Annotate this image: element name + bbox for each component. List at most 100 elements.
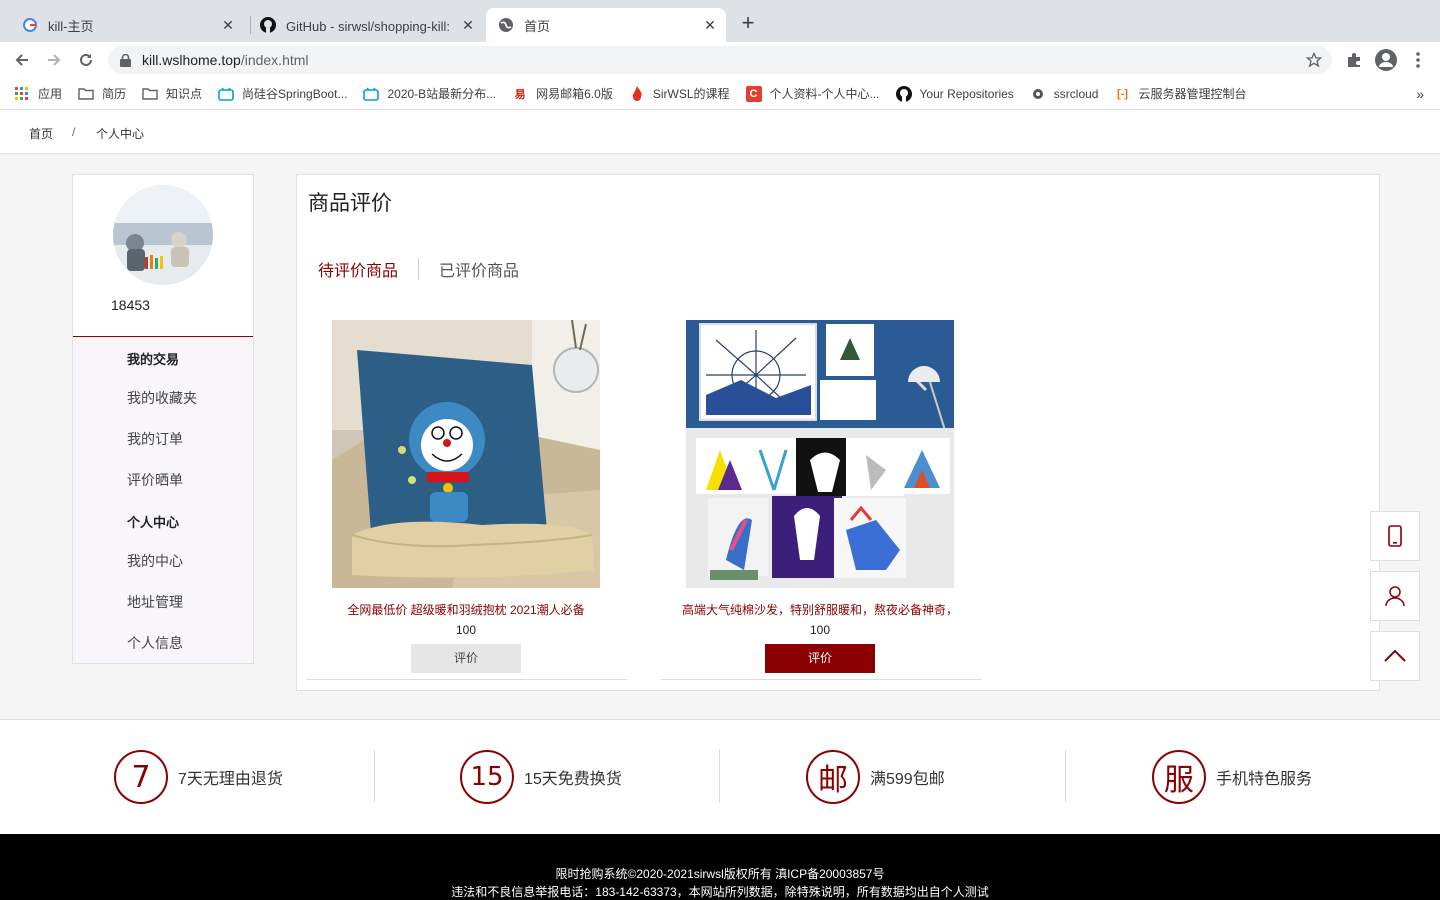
sidebar-item-info[interactable]: 个人信息 [127, 633, 183, 653]
more-vert-icon [1416, 52, 1420, 68]
menu-heading-trade: 我的交易 [127, 352, 180, 367]
tab-title: GitHub - sirwsl/shopping-kill: 阿 [286, 18, 454, 34]
service-item: 7 7天无理由退货 [114, 749, 283, 805]
sidebar-item-reviews[interactable]: 评价晒单 [127, 470, 183, 490]
account-icon [1375, 49, 1397, 71]
tab-completed-reviews[interactable]: 已评价商品 [439, 257, 519, 281]
tab-divider [418, 258, 420, 280]
service-guarantees: 7 7天无理由退货 15 15天免费换货 邮 满599包邮 服 手机特色服务 [0, 721, 1440, 834]
bookmark-your-repositories[interactable]: Your Repositories [895, 85, 1014, 102]
user-center-button[interactable] [1370, 571, 1420, 621]
close-icon[interactable]: ✕ [460, 17, 476, 34]
close-icon[interactable]: ✕ [220, 17, 236, 34]
product-price: 100 [809, 623, 831, 637]
bookmark-csdn[interactable]: C 个人资料-个人中心... [745, 85, 880, 102]
breadcrumb-separator: / [72, 125, 76, 139]
bookmark-folder-knowledge[interactable]: 知识点 [142, 85, 202, 102]
back-button[interactable] [10, 48, 34, 72]
product-price: 100 [455, 623, 477, 637]
puzzle-icon [1348, 53, 1360, 67]
product-image-sofa-cushions[interactable] [686, 320, 954, 588]
service-divider [719, 749, 720, 803]
bookmark-folder-resume[interactable]: 简历 [78, 85, 126, 102]
bookmark-aliyun[interactable]: [-] 云服务器管理控制台 [1114, 85, 1247, 102]
sidebar-item-address[interactable]: 地址管理 [127, 592, 183, 612]
product-card: 全网最低价 超级暖和羽绒抱枕 2021潮人必备 100 评价 [307, 320, 627, 680]
browser-tab-home[interactable]: 首页 ✕ [486, 8, 726, 42]
review-button[interactable]: 评价 [411, 644, 521, 673]
address-bar[interactable]: kill.wslhome.top/index.html [108, 46, 1332, 74]
reload-button[interactable] [74, 48, 98, 72]
browser-tab-bar: kill-主页 ✕ GitHub - sirwsl/shopping-kill:… [0, 0, 1440, 42]
bookmark-163-mail[interactable]: 易网易邮箱6.0版 [512, 85, 613, 102]
copyright-text: 限时抢购系统©2020-2021sirwsl版权所有 滇ICP备20003857… [555, 867, 885, 881]
reload-icon [80, 53, 92, 66]
mobile-app-button[interactable] [1370, 511, 1420, 561]
flame-icon [629, 86, 645, 102]
report-text: 违法和不良信息举报电话：183-142-63373，本网站所列数据，除特殊说明，… [451, 885, 989, 899]
bookmark-springboot[interactable]: 尚硅谷SpringBoot... [218, 85, 347, 102]
breadcrumb-home[interactable]: 首页 [29, 125, 53, 142]
sidebar-menu: 我的交易 我的收藏夹 我的订单 评价晒单 个人中心 我的中心 地址管理 个人信息 [73, 337, 253, 663]
service-badge: 7 [114, 750, 168, 804]
browser-tab-github[interactable]: GitHub - sirwsl/shopping-kill: 阿 ✕ [252, 8, 484, 42]
bookmark-apps[interactable]: 应用 [14, 85, 62, 102]
extensions-button[interactable] [1342, 48, 1366, 72]
more-bookmarks-button[interactable]: » [1416, 86, 1424, 102]
service-text: 手机特色服务 [1216, 771, 1313, 788]
service-badge: 邮 [806, 750, 860, 804]
new-tab-button[interactable]: + [736, 12, 760, 36]
github-icon [260, 17, 276, 33]
google-icon [22, 17, 38, 33]
avatar[interactable] [113, 185, 213, 285]
folder-icon [78, 86, 94, 102]
service-text: 15天免费换货 [524, 771, 622, 788]
bookmark-sirwsl-course[interactable]: SirWSL的课程 [629, 85, 730, 102]
tab-title: 首页 [524, 18, 551, 34]
bookmarks-bar: 应用 简历 知识点 尚硅谷SpringBoot... 2020-B站最新分布..… [0, 78, 1440, 110]
breadcrumb: 首页 / 个人中心 [0, 111, 1440, 154]
browser-menu-button[interactable] [1406, 48, 1430, 72]
product-name[interactable]: 全网最低价 超级暖和羽绒抱枕 2021潮人必备 [307, 601, 625, 618]
bilibili-icon [363, 86, 380, 102]
tab-title: kill-主页 [48, 18, 94, 34]
back-to-top-button[interactable] [1370, 631, 1420, 681]
sidebar-item-favorites[interactable]: 我的收藏夹 [127, 388, 197, 408]
service-text: 满599包邮 [870, 771, 945, 788]
lock-icon [120, 53, 132, 67]
bookmark-bilibili[interactable]: 2020-B站最新分布... [363, 85, 496, 102]
service-item: 服 手机特色服务 [1152, 749, 1312, 805]
service-divider [374, 749, 375, 803]
bookmark-ssrcloud[interactable]: ssrcloud [1030, 86, 1098, 102]
service-item: 15 15天免费换货 [460, 749, 622, 805]
service-divider [1065, 749, 1066, 803]
close-icon[interactable]: ✕ [702, 17, 718, 34]
bookmark-star-icon[interactable] [1305, 51, 1323, 71]
tab-divider [250, 16, 251, 34]
sidebar-item-orders[interactable]: 我的订单 [127, 429, 183, 449]
arrow-left-icon [15, 54, 28, 66]
profile-button[interactable] [1374, 48, 1398, 72]
github-icon [895, 85, 912, 102]
bilibili-icon [218, 86, 234, 102]
page-title: 商品评价 [308, 192, 392, 215]
forward-button[interactable] [42, 48, 66, 72]
tab-pending-reviews[interactable]: 待评价商品 [318, 257, 398, 281]
service-badge: 服 [1152, 750, 1206, 804]
mobile-phone-icon [1388, 525, 1402, 547]
aliyun-icon: [-] [1116, 87, 1128, 100]
apps-grid-icon [14, 86, 30, 102]
browser-tab-kill-home[interactable]: kill-主页 ✕ [14, 8, 244, 42]
menu-heading-personal: 个人中心 [127, 515, 180, 530]
csdn-icon: C [745, 85, 762, 102]
netease-icon: 易 [514, 88, 526, 101]
review-button[interactable]: 评价 [765, 644, 875, 673]
product-image-pillow[interactable] [332, 320, 600, 588]
reviews-panel: 商品评价 待评价商品 已评价商品 全网最低价 超级暖和羽绒抱枕 2021潮人必备… [296, 174, 1380, 691]
sidebar-item-my-center[interactable]: 我的中心 [127, 551, 183, 571]
chevron-up-icon [1384, 649, 1406, 662]
breadcrumb-current: 个人中心 [96, 127, 145, 141]
product-name[interactable]: 高端大气纯棉沙发，特别舒服暖和，熬夜必备神奇， [661, 601, 979, 618]
folder-icon [142, 86, 158, 102]
browser-toolbar: kill.wslhome.top/index.html [0, 42, 1440, 78]
